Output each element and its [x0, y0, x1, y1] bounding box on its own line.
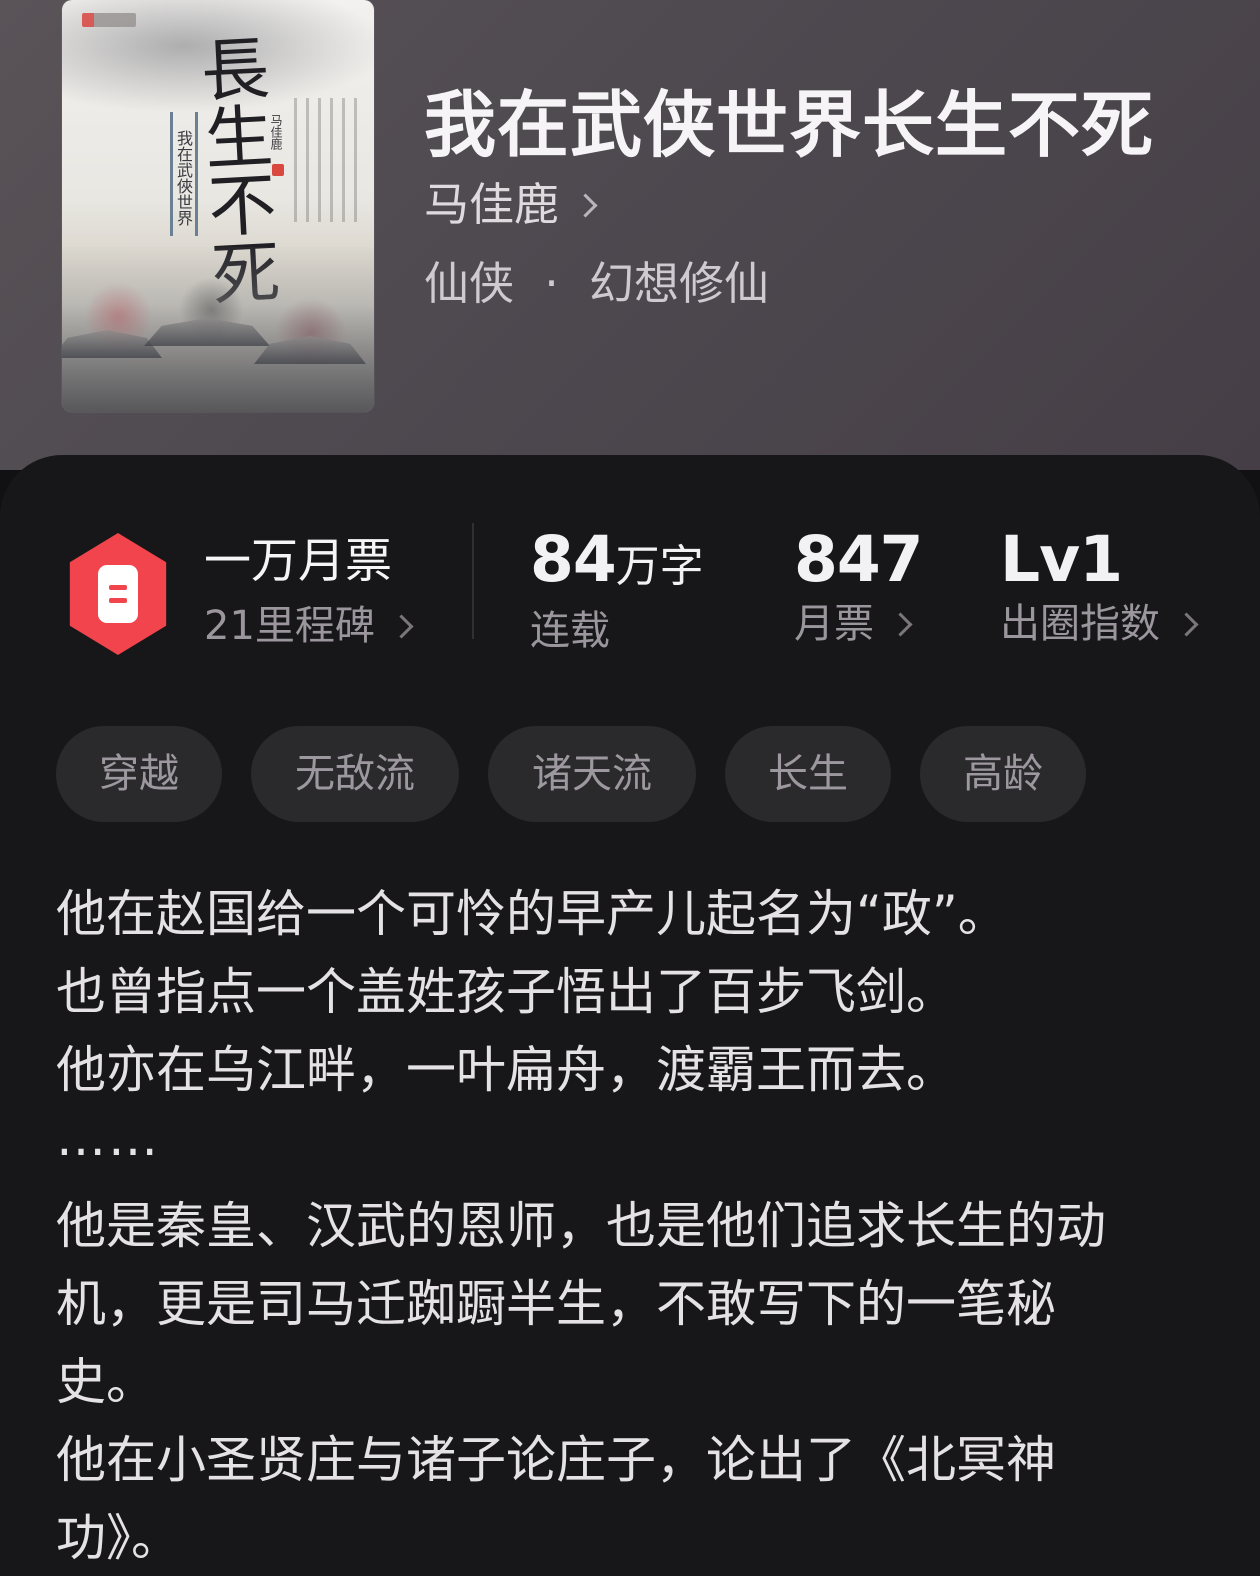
chevron-right-icon [1174, 611, 1199, 637]
sub-category: 幻想修仙 [588, 257, 769, 310]
tag-chip[interactable]: 诸天流 [488, 726, 696, 822]
tag-chip[interactable]: 穿越 [56, 726, 222, 822]
tag-chip[interactable]: 无敌流 [251, 726, 459, 822]
stats-divider [472, 523, 474, 639]
word-count-number: 84 [530, 523, 617, 596]
cover-roof-center [144, 318, 270, 346]
book-stats: 一万月票 21里程碑 84万字 连载 847 月票 Lv1 出圈指数 [62, 515, 1222, 665]
milestone-title: 一万月票 [204, 534, 392, 589]
synopsis-line: 史。 [56, 1353, 156, 1411]
milestone-link[interactable]: 21里程碑 [204, 603, 414, 649]
synopsis-line: 他是秦皇、汉武的恩师，也是他们追求长生的动 [56, 1197, 1106, 1255]
word-count-stat: 84万字 连载 [530, 525, 704, 655]
monthly-ticket-stat[interactable]: 847 月票 [794, 523, 924, 655]
main-category: 仙侠 [424, 257, 515, 310]
cover-small-text [294, 98, 358, 222]
book-title: 我在武侠世界长生不死 [424, 82, 1155, 167]
word-count-unit: 万字 [615, 541, 704, 592]
word-count-value: 84万字 [530, 525, 704, 602]
synopsis-ellipsis: …… [56, 1109, 160, 1167]
author-name: 马佳鹿 [424, 178, 560, 231]
book-cover[interactable]: 我在武俠世界 長生不死 马佳鹿 [62, 0, 374, 412]
chevron-right-icon [888, 611, 913, 637]
tag-chip[interactable]: 长生 [725, 726, 891, 822]
book-category: 仙侠 · 幻想修仙 [424, 254, 1204, 314]
circle-index-label: 出圈指数 [1000, 601, 1199, 647]
synopsis-line: 他在小圣贤庄与诸子论庄子，论出了《北冥神 [56, 1431, 1056, 1489]
book-header: 我在武俠世界 長生不死 马佳鹿 我在武侠世界长生不死 马佳鹿 仙侠 · 幻想修仙 [0, 0, 1260, 470]
cover-publisher-logo [82, 13, 136, 27]
book-synopsis: 他在赵国给一个可怜的早产儿起名为“政”。 也曾指点一个盖姓孩子悟出了百步飞剑。 … [56, 875, 1196, 1567]
monthly-ticket-icon [98, 565, 138, 623]
serial-status: 连载 [530, 608, 610, 654]
circle-index-stat[interactable]: Lv1 出圈指数 [1000, 523, 1199, 655]
milestone-count: 21里程碑 [204, 603, 375, 649]
circle-index-text: 出圈指数 [1000, 601, 1160, 647]
chevron-right-icon [573, 192, 598, 218]
circle-index-value: Lv1 [1000, 523, 1123, 596]
synopsis-line: 功》。 [56, 1509, 181, 1567]
synopsis-line: 他亦在乌江畔，一叶扁舟，渡霸王而去。 [56, 1041, 956, 1099]
book-tags: 穿越 无敌流 诸天流 长生 高龄 [56, 726, 1176, 822]
monthly-ticket-value: 847 [794, 523, 924, 596]
chevron-right-icon [389, 613, 414, 639]
synopsis-line: 机，更是司马迁踟蹰半生，不敢写下的一笔秘 [56, 1275, 1056, 1333]
cover-city-illustration [62, 247, 374, 412]
cover-seal [272, 164, 284, 176]
monthly-ticket-text: 月票 [794, 601, 874, 647]
author-link[interactable]: 马佳鹿 [424, 174, 1204, 236]
category-separator: · [544, 257, 559, 310]
monthly-ticket-badge[interactable] [69, 533, 167, 655]
synopsis-line: 也曾指点一个盖姓孩子悟出了百步飞剑。 [56, 963, 956, 1021]
cover-author: 马佳鹿 [269, 114, 283, 150]
monthly-ticket-label: 月票 [794, 601, 923, 647]
tag-chip[interactable]: 高龄 [920, 726, 1086, 822]
book-info: 我在武侠世界长生不死 马佳鹿 仙侠 · 幻想修仙 [424, 78, 1204, 338]
cover-roof-right [254, 336, 366, 364]
synopsis-line: 他在赵国给一个可怜的早产儿起名为“政”。 [56, 885, 1008, 943]
book-detail-page: 我在武俠世界 長生不死 马佳鹿 我在武侠世界长生不死 马佳鹿 仙侠 · 幻想修仙 [0, 0, 1260, 1576]
